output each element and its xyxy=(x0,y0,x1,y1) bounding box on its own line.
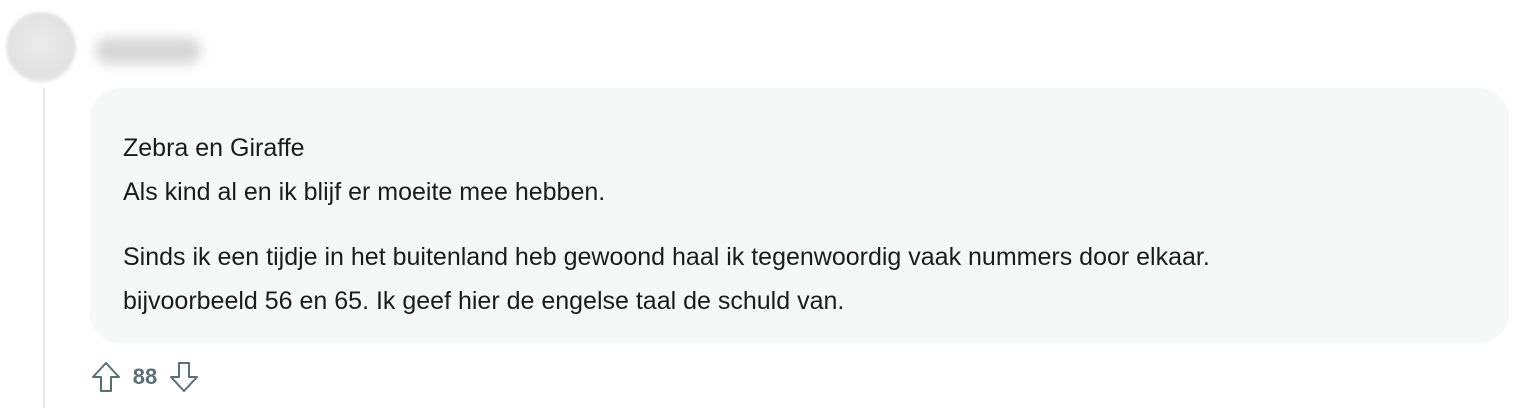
comment: Zebra en Giraffe Als kind al en ik blijf… xyxy=(0,0,1528,408)
thread-line[interactable] xyxy=(43,88,45,408)
comment-text: Zebra en Giraffe Als kind al en ik blijf… xyxy=(123,126,1509,323)
comment-line: Sinds ik een tijdje in het buitenland he… xyxy=(123,243,1210,271)
username[interactable] xyxy=(96,38,200,64)
comment-line: bijvoorbeeld 56 en 65. Ik geef hier de e… xyxy=(123,287,845,315)
arrow-down-outline-icon xyxy=(170,362,198,392)
comment-body: Zebra en Giraffe Als kind al en ik blijf… xyxy=(90,88,1509,343)
vote-count: 88 xyxy=(132,364,158,389)
comment-line: Als kind al en ik blijf er moeite mee he… xyxy=(123,178,606,206)
avatar[interactable] xyxy=(6,12,76,82)
comment-line: Zebra en Giraffe xyxy=(123,134,305,162)
downvote-button[interactable] xyxy=(168,359,200,395)
upvote-button[interactable] xyxy=(90,359,122,395)
arrow-up-outline-icon xyxy=(92,362,120,392)
comment-actions: 88 xyxy=(90,359,200,395)
